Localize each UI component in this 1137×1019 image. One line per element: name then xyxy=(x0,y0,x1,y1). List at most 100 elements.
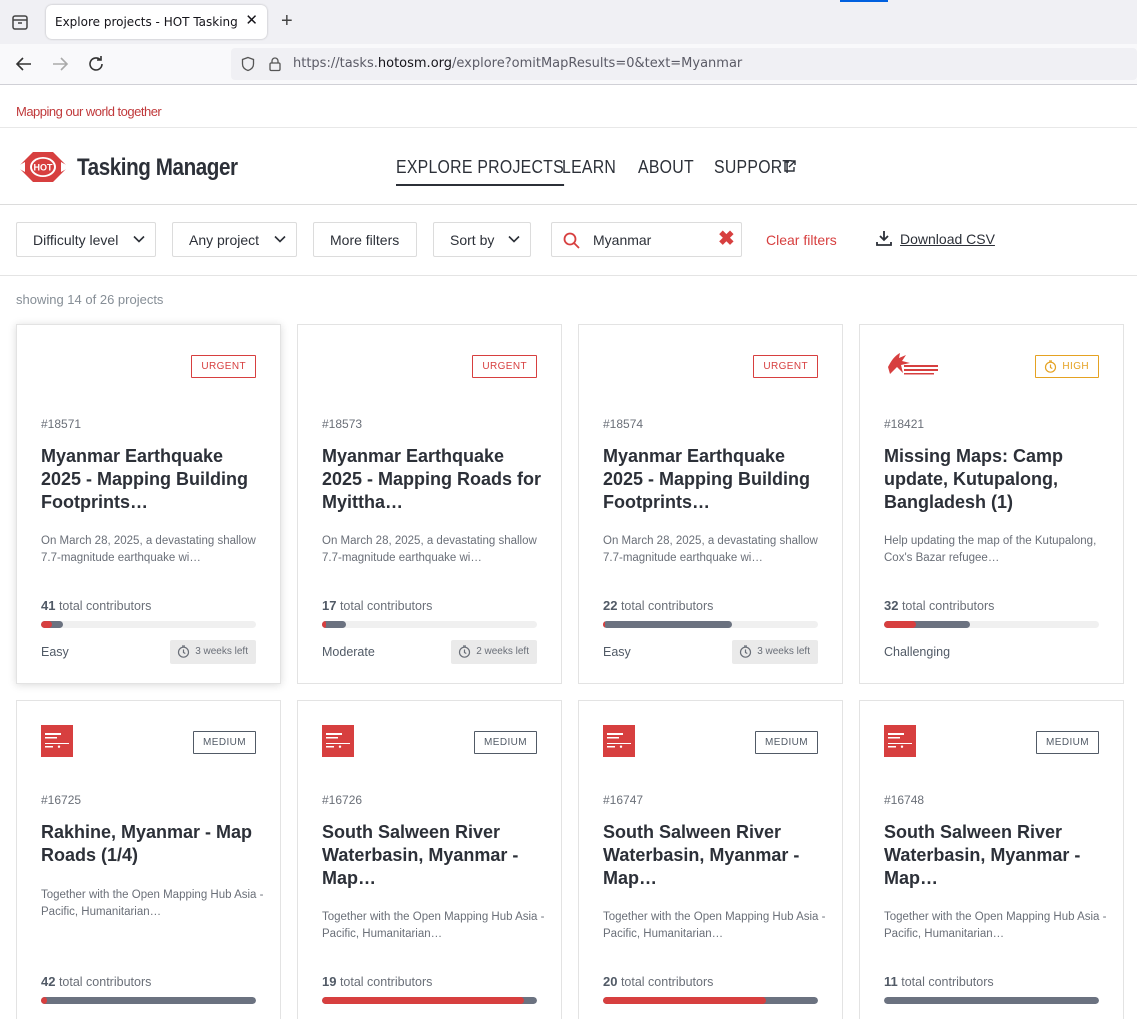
nav-about[interactable]: ABOUT xyxy=(638,157,694,178)
project-id: #18574 xyxy=(603,417,644,431)
sort-by-dropdown[interactable]: Sort by xyxy=(433,222,531,257)
back-icon[interactable] xyxy=(13,53,35,75)
project-description: On March 28, 2025, a devastating shallow… xyxy=(603,535,818,564)
contributors-count: 11 total contributors xyxy=(884,974,994,989)
search-value[interactable]: Myanmar xyxy=(593,232,651,248)
project-description: Together with the Open Mapping Hub Asia … xyxy=(603,911,826,940)
progress-bar xyxy=(884,621,1099,628)
project-card[interactable]: MEDIUM #16726 South Salween River Waterba… xyxy=(297,700,562,1019)
project-description: On March 28, 2025, a devastating shallow… xyxy=(322,535,537,564)
tab-title: Explore projects - HOT Tasking Manager xyxy=(55,15,240,29)
divider xyxy=(0,127,1137,128)
project-id: #18571 xyxy=(41,417,82,431)
clock-icon xyxy=(178,645,190,658)
hot-logo-icon[interactable]: HOT xyxy=(16,150,70,184)
clock-icon xyxy=(740,645,752,658)
priority-badge: MEDIUM xyxy=(1036,731,1099,754)
project-card[interactable]: MEDIUM #16725 Rakhine, Myanmar - Map Road… xyxy=(16,700,281,1019)
chevron-down-icon xyxy=(508,235,520,243)
shield-icon[interactable] xyxy=(240,56,256,72)
url-text[interactable]: https://tasks.hotosm.org/explore?omitMap… xyxy=(293,56,742,71)
mapped-progress xyxy=(322,621,327,628)
forward-icon[interactable] xyxy=(49,53,71,75)
brand-name[interactable]: Tasking Manager xyxy=(77,154,238,182)
progress-bar xyxy=(603,621,818,628)
project-card[interactable]: URGENT #18574 Myanmar Earthquake 2025 - M… xyxy=(578,324,843,684)
time-left-badge: 3 weeks left xyxy=(170,640,256,664)
validated-progress xyxy=(41,997,256,1004)
project-card[interactable]: HIGH #18421 Missing Maps: Camp update, Ku… xyxy=(859,324,1124,684)
lock-icon[interactable] xyxy=(267,56,283,72)
download-csv-link[interactable]: Download CSV xyxy=(900,231,995,247)
difficulty-label: Easy xyxy=(41,645,69,659)
project-id: #18421 xyxy=(884,417,925,431)
project-title[interactable]: Myanmar Earthquake 2025 - Mapping Roads … xyxy=(322,445,547,514)
project-card[interactable]: URGENT #18573 Myanmar Earthquake 2025 - M… xyxy=(297,324,562,684)
priority-badge: MEDIUM xyxy=(474,731,537,754)
difficulty-filter[interactable]: Difficulty level xyxy=(16,222,156,257)
project-card[interactable]: MEDIUM #16748 South Salween River Waterba… xyxy=(859,700,1124,1019)
clock-icon xyxy=(459,645,471,658)
results-count: showing 14 of 26 projects xyxy=(16,292,164,307)
open-mapping-hub-logo-icon xyxy=(884,725,916,757)
mapped-progress xyxy=(603,621,606,628)
browser-tab[interactable]: Explore projects - HOT Tasking Manager ✕ xyxy=(46,5,267,39)
contributors-count: 19 total contributors xyxy=(322,974,433,989)
time-left-badge: 2 weeks left xyxy=(451,640,537,664)
reload-icon[interactable] xyxy=(85,53,107,75)
chevron-down-icon xyxy=(133,235,145,243)
nav-support[interactable]: SUPPORT xyxy=(714,157,792,178)
project-title[interactable]: Myanmar Earthquake 2025 - Mapping Buildi… xyxy=(41,445,266,514)
open-mapping-hub-logo-icon xyxy=(41,725,73,757)
priority-badge: HIGH xyxy=(1035,355,1099,378)
browser-tab-bar: Explore projects - HOT Tasking Manager ✕… xyxy=(0,0,1137,44)
project-filter-label: Any project xyxy=(189,232,260,248)
clear-filters-link[interactable]: Clear filters xyxy=(766,232,837,248)
project-description: Together with the Open Mapping Hub Asia … xyxy=(322,911,545,940)
project-card[interactable]: MEDIUM #16747 South Salween River Waterba… xyxy=(578,700,843,1019)
priority-badge: MEDIUM xyxy=(755,731,818,754)
project-description: On March 28, 2025, a devastating shallow… xyxy=(41,535,256,564)
open-mapping-hub-logo-icon xyxy=(322,725,354,757)
nav-explore-projects[interactable]: EXPLORE PROJECTS xyxy=(396,157,564,186)
project-id: #16748 xyxy=(884,793,925,807)
contributors-count: 20 total contributors xyxy=(603,974,714,989)
progress-bar xyxy=(322,621,537,628)
project-title[interactable]: Missing Maps: Camp update, Kutupalong, B… xyxy=(884,445,1109,514)
project-filter[interactable]: Any project xyxy=(172,222,297,257)
msf-logo-icon xyxy=(888,353,938,375)
mapped-progress xyxy=(322,997,525,1004)
project-title[interactable]: Rakhine, Myanmar - Map Roads (1/4) xyxy=(41,821,266,867)
clear-search-icon[interactable]: ✖ xyxy=(718,229,735,249)
sort-by-label: Sort by xyxy=(450,232,495,248)
difficulty-label: Moderate xyxy=(322,645,375,659)
project-title[interactable]: Myanmar Earthquake 2025 - Mapping Buildi… xyxy=(603,445,828,514)
svg-text:HOT: HOT xyxy=(34,163,54,173)
priority-label: URGENT xyxy=(482,361,527,372)
open-mapping-hub-logo-icon xyxy=(603,725,635,757)
priority-label: MEDIUM xyxy=(765,737,808,748)
difficulty-label: Challenging xyxy=(884,645,951,659)
more-filters-button[interactable]: More filters xyxy=(313,222,417,257)
project-description: Together with the Open Mapping Hub Asia … xyxy=(41,889,264,918)
download-icon[interactable] xyxy=(876,230,892,246)
tab-list-icon[interactable] xyxy=(10,12,30,32)
new-tab-button[interactable]: + xyxy=(281,10,293,32)
priority-badge: URGENT xyxy=(191,355,256,378)
priority-badge: URGENT xyxy=(753,355,818,378)
project-title[interactable]: South Salween River Waterbasin, Myanmar … xyxy=(603,821,828,890)
nav-learn[interactable]: LEARN xyxy=(562,157,616,178)
more-filters-label: More filters xyxy=(330,232,400,248)
tab-indicator xyxy=(840,0,888,2)
project-id: #18573 xyxy=(322,417,363,431)
project-title[interactable]: South Salween River Waterbasin, Myanmar … xyxy=(884,821,1109,890)
project-card[interactable]: URGENT #18571 Myanmar Earthquake 2025 - M… xyxy=(16,324,281,684)
priority-label: MEDIUM xyxy=(484,737,527,748)
priority-label: MEDIUM xyxy=(203,737,246,748)
contributors-count: 42 total contributors xyxy=(41,974,152,989)
project-title[interactable]: South Salween River Waterbasin, Myanmar … xyxy=(322,821,547,890)
search-input[interactable]: Myanmar ✖ xyxy=(551,222,742,257)
close-tab-icon[interactable]: ✕ xyxy=(245,13,258,29)
address-bar[interactable]: https://tasks.hotosm.org/explore?omitMap… xyxy=(231,48,1137,80)
difficulty-filter-label: Difficulty level xyxy=(33,232,119,248)
